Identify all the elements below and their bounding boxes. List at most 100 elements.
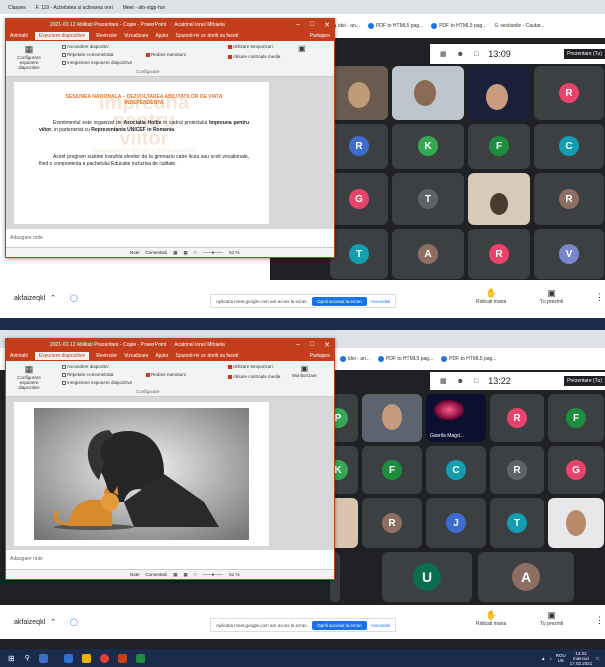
app-icon[interactable] [135,653,145,663]
participant-avatar: R [507,460,527,480]
more-options-icon[interactable]: ⋮ [595,615,604,626]
use-timings-checkbox[interactable]: Utilizare temporizari [228,44,273,49]
minimize-icon[interactable]: – [296,21,300,29]
powerpoint-icon[interactable] [117,653,127,663]
video-tile: J [426,498,486,548]
comments-button[interactable]: Comentarii [146,250,168,255]
tab-ajutor[interactable]: Ajutor [155,33,168,39]
normal-view-icon[interactable]: ▦ [173,572,177,578]
clock[interactable]: 13:22 miercuri 17.02.2021 [570,651,593,666]
browser-tab[interactable]: Classes [8,5,26,11]
close-icon[interactable]: ✕ [324,21,330,29]
layout-icon[interactable]: ▦ [440,50,447,58]
reading-view-icon[interactable]: □ [194,250,197,255]
raise-hand-button[interactable]: ✋ Ridicati mana [476,288,506,305]
notifications-icon[interactable]: □ [596,656,599,661]
bookmark[interactable]: PDF to HTML5 pag... [377,356,433,362]
minimize-icon[interactable]: – [296,341,300,349]
hide-slide-button[interactable]: Ascundere diapozitiv [62,364,109,369]
meeting-time: 13:09 [488,49,511,59]
show-media-checkbox[interactable]: Afisare controale media [228,54,280,59]
chevron-up-icon[interactable]: ⌃ [50,294,56,302]
layout-icon[interactable]: ▦ [440,377,447,385]
maximize-icon[interactable]: □ [310,341,314,349]
video-tile: R [534,66,604,120]
participant-avatar: F [566,408,586,428]
tab-vizualizare[interactable]: Vizualizare [124,353,148,359]
stop-sharing-button[interactable]: Opriti accesul la ecran [312,296,367,306]
notes-pane[interactable]: Adaugare note [6,229,334,249]
monitor-button[interactable]: ▣ [298,44,306,53]
sorter-view-icon[interactable]: ▦ [184,572,188,578]
tab-revizuire[interactable]: Revizuire [96,33,117,39]
bookmark[interactable]: Gsectiunile - Cautar... [494,23,544,29]
rehearse-button[interactable]: Repetare cronometrata [62,372,113,377]
close-icon[interactable]: ✕ [324,341,330,349]
task-view-icon[interactable] [38,653,48,663]
zoom-level[interactable]: 51 % [229,250,239,255]
hide-slide-button[interactable]: Ascundere diapozitiv [62,44,109,49]
video-tile: G [548,446,604,494]
ppt-search[interactable]: Spuneti-mi ce doriti sa faceti [176,353,239,359]
present-button[interactable]: ▣ Tu prezinti [540,610,563,627]
notes-pane[interactable]: Adaugare note [6,550,334,571]
zoom-slider[interactable]: ——●—— [203,250,224,255]
file-explorer-icon[interactable] [63,653,73,663]
chat-icon[interactable]: □ [474,378,478,385]
chat-icon[interactable]: □ [474,51,478,58]
record-button[interactable]: Inregistrare expunere diapozitive [62,380,132,385]
hide-notice-button[interactable]: Ascundeti [371,623,391,628]
browser-tab[interactable]: F. 119 - Activitatea si activarea orei [36,5,113,11]
tab-revizuire[interactable]: Revizuire [96,353,117,359]
bookmark[interactable]: PDF to HTML5 pag... [367,23,423,29]
rehearse-button[interactable]: Repetare cronometrata [62,52,113,57]
raise-hand-button[interactable]: ✋ Ridicati mana [476,610,506,627]
windows-start-icon[interactable]: ⊞ [8,654,15,663]
tab-ajutor[interactable]: Ajutor [155,353,168,359]
use-timings-checkbox[interactable]: Utilizare temporizari [228,364,273,369]
bookmark[interactable]: PDF to HTML5 pag... [431,23,486,29]
tab-animatii[interactable]: Animatii [10,33,28,39]
maximize-icon[interactable]: □ [310,21,314,29]
stop-sharing-button[interactable]: Opriti accesul la ecran [312,620,367,630]
play-narrations-checkbox[interactable]: Redare narratiuni [146,52,186,57]
monitor-button[interactable]: ▣ Monitorizare [292,364,317,378]
share-button[interactable]: Partajare [310,33,330,39]
reading-view-icon[interactable]: □ [194,572,197,577]
more-options-icon[interactable]: ⋮ [595,292,604,303]
tab-vizualizare[interactable]: Vizualizare [124,33,148,39]
config-button[interactable]: ▦ Configurare expunere diapozitive [10,44,48,70]
record-button[interactable]: Inregistrare expunere diapozitive [62,60,132,65]
network-icon[interactable]: ▲ [541,656,545,661]
people-icon[interactable]: ☻ [457,51,464,58]
zoom-slider[interactable]: ——●—— [203,572,224,577]
ppt-search[interactable]: Spuneti-mi ce doriti sa faceti [176,33,239,39]
tab-animatii[interactable]: Animatii [10,353,28,359]
folder-icon[interactable] [81,653,91,663]
participant-avatar: C [446,460,466,480]
notes-button[interactable]: Note [130,250,140,255]
normal-view-icon[interactable]: ▦ [173,250,177,256]
share-button[interactable]: Partajare [310,353,330,359]
config-button[interactable]: ▦ Configurare expunere diapozitive [10,364,48,390]
chevron-up-icon[interactable]: ⌃ [50,618,56,626]
hide-notice-button[interactable]: Ascundeti [371,299,391,304]
tab-expunere[interactable]: Expunere diapozitive [34,352,90,360]
zoom-level[interactable]: 51 % [229,572,239,577]
people-icon[interactable]: ☻ [457,378,464,385]
browser-tab[interactable]: Meet - afo-xtgp-hor [123,5,166,11]
bookmark[interactable]: idei - an... [340,356,370,362]
search-icon[interactable]: ⚲ [25,654,30,662]
present-button[interactable]: ▣ Tu prezinti [540,288,563,305]
chrome-icon[interactable] [99,653,109,663]
tab-expunere[interactable]: Expunere diapozitive [34,32,90,40]
show-media-checkbox[interactable]: Afisare controale media [228,374,280,379]
volume-icon[interactable]: ♪ [550,656,552,661]
comments-button[interactable]: Comentarii [146,572,168,577]
bookmark[interactable]: PDF to HTML5 pag... [441,356,496,362]
notes-button[interactable]: Note [130,572,140,577]
sorter-view-icon[interactable]: ▦ [184,250,188,256]
video-tile: R [534,173,604,225]
play-narrations-checkbox[interactable]: Redare narratiuni [146,372,186,377]
language-indicator[interactable]: ROU US [556,653,566,663]
